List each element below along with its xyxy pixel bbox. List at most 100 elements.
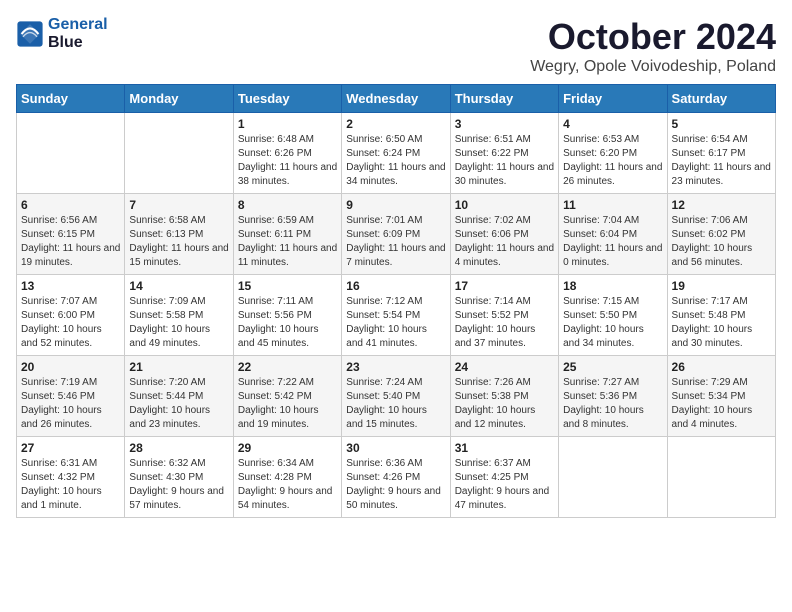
week-row-1: 1Sunrise: 6:48 AMSunset: 6:26 PMDaylight… xyxy=(17,113,776,194)
weekday-header-saturday: Saturday xyxy=(667,85,775,113)
table-cell: 17 Sunrise: 7:14 AMSunset: 5:52 PMDayligh… xyxy=(450,275,558,356)
calendar-table: SundayMondayTuesdayWednesdayThursdayFrid… xyxy=(16,84,776,518)
weekday-header-monday: Monday xyxy=(125,85,233,113)
weekday-header-row: SundayMondayTuesdayWednesdayThursdayFrid… xyxy=(17,85,776,113)
day-content: Sunrise: 6:53 AMSunset: 6:20 PMDaylight:… xyxy=(563,133,662,189)
week-row-3: 13 Sunrise: 7:07 AMSunset: 6:00 PMDayligh… xyxy=(17,275,776,356)
day-number: 21 xyxy=(129,360,228,374)
weekday-header-wednesday: Wednesday xyxy=(342,85,450,113)
day-number: 19 xyxy=(672,279,771,293)
day-number: 26 xyxy=(672,360,771,374)
table-cell: 2Sunrise: 6:50 AMSunset: 6:24 PMDaylight… xyxy=(342,113,450,194)
table-cell: 7Sunrise: 6:58 AMSunset: 6:13 PMDaylight… xyxy=(125,194,233,275)
logo: General Blue xyxy=(16,16,108,51)
table-cell: 8 Sunrise: 6:59 AMSunset: 6:11 PMDaylight… xyxy=(233,194,341,275)
day-number: 14 xyxy=(129,279,228,293)
table-cell: 24 Sunrise: 7:26 AMSunset: 5:38 PMDayligh… xyxy=(450,356,558,437)
day-content: Sunrise: 7:07 AMSunset: 6:00 PMDaylight:… xyxy=(21,295,120,351)
day-content: Sunrise: 7:06 AMSunset: 6:02 PMDaylight:… xyxy=(672,214,771,270)
table-cell: 10 Sunrise: 7:02 AMSunset: 6:06 PMDayligh… xyxy=(450,194,558,275)
table-cell: 13 Sunrise: 7:07 AMSunset: 6:00 PMDayligh… xyxy=(17,275,125,356)
table-cell xyxy=(667,437,775,518)
table-cell xyxy=(125,113,233,194)
day-content: Sunrise: 6:56 AMSunset: 6:15 PMDaylight:… xyxy=(21,214,120,270)
day-content: Sunrise: 6:59 AMSunset: 6:11 PMDaylight:… xyxy=(238,214,337,270)
logo-text: General Blue xyxy=(48,16,108,51)
day-number: 30 xyxy=(346,441,445,455)
weekday-header-friday: Friday xyxy=(559,85,667,113)
day-content: Sunrise: 6:48 AMSunset: 6:26 PMDaylight:… xyxy=(238,133,337,189)
table-cell: 14 Sunrise: 7:09 AMSunset: 5:58 PMDayligh… xyxy=(125,275,233,356)
day-content: Sunrise: 7:19 AMSunset: 5:46 PMDaylight:… xyxy=(21,376,120,432)
day-content: Sunrise: 7:22 AMSunset: 5:42 PMDaylight:… xyxy=(238,376,337,432)
day-content: Sunrise: 7:27 AMSunset: 5:36 PMDaylight:… xyxy=(563,376,662,432)
table-cell: 16 Sunrise: 7:12 AMSunset: 5:54 PMDayligh… xyxy=(342,275,450,356)
day-content: Sunrise: 6:51 AMSunset: 6:22 PMDaylight:… xyxy=(455,133,554,189)
day-number: 13 xyxy=(21,279,120,293)
day-number: 6 xyxy=(21,198,120,212)
day-content: Sunrise: 7:01 AMSunset: 6:09 PMDaylight:… xyxy=(346,214,445,270)
table-cell: 18 Sunrise: 7:15 AMSunset: 5:50 PMDayligh… xyxy=(559,275,667,356)
table-cell: 15Sunrise: 7:11 AMSunset: 5:56 PMDayligh… xyxy=(233,275,341,356)
day-content: Sunrise: 7:14 AMSunset: 5:52 PMDaylight:… xyxy=(455,295,554,351)
table-cell: 4 Sunrise: 6:53 AMSunset: 6:20 PMDaylight… xyxy=(559,113,667,194)
day-number: 11 xyxy=(563,198,662,212)
table-cell: 27 Sunrise: 6:31 AMSunset: 4:32 PMDayligh… xyxy=(17,437,125,518)
day-number: 20 xyxy=(21,360,120,374)
day-number: 8 xyxy=(238,198,337,212)
day-content: Sunrise: 7:09 AMSunset: 5:58 PMDaylight:… xyxy=(129,295,228,351)
month-title: October 2024 xyxy=(530,16,776,58)
day-number: 10 xyxy=(455,198,554,212)
title-area: October 2024 Wegry, Opole Voivodeship, P… xyxy=(530,16,776,76)
day-number: 17 xyxy=(455,279,554,293)
day-content: Sunrise: 6:31 AMSunset: 4:32 PMDaylight:… xyxy=(21,457,120,513)
logo-icon xyxy=(16,20,44,48)
day-content: Sunrise: 6:32 AMSunset: 4:30 PMDaylight:… xyxy=(129,457,228,513)
table-cell: 23Sunrise: 7:24 AMSunset: 5:40 PMDayligh… xyxy=(342,356,450,437)
day-content: Sunrise: 7:20 AMSunset: 5:44 PMDaylight:… xyxy=(129,376,228,432)
day-content: Sunrise: 7:17 AMSunset: 5:48 PMDaylight:… xyxy=(672,295,771,351)
day-number: 16 xyxy=(346,279,445,293)
day-content: Sunrise: 6:37 AMSunset: 4:25 PMDaylight:… xyxy=(455,457,554,513)
day-number: 29 xyxy=(238,441,337,455)
day-content: Sunrise: 6:36 AMSunset: 4:26 PMDaylight:… xyxy=(346,457,445,513)
table-cell: 25Sunrise: 7:27 AMSunset: 5:36 PMDayligh… xyxy=(559,356,667,437)
day-number: 22 xyxy=(238,360,337,374)
day-content: Sunrise: 7:02 AMSunset: 6:06 PMDaylight:… xyxy=(455,214,554,270)
week-row-2: 6 Sunrise: 6:56 AMSunset: 6:15 PMDaylight… xyxy=(17,194,776,275)
week-row-5: 27 Sunrise: 6:31 AMSunset: 4:32 PMDayligh… xyxy=(17,437,776,518)
table-cell: 26 Sunrise: 7:29 AMSunset: 5:34 PMDayligh… xyxy=(667,356,775,437)
day-content: Sunrise: 7:29 AMSunset: 5:34 PMDaylight:… xyxy=(672,376,771,432)
day-number: 2 xyxy=(346,117,445,131)
day-content: Sunrise: 6:34 AMSunset: 4:28 PMDaylight:… xyxy=(238,457,337,513)
table-cell: 20 Sunrise: 7:19 AMSunset: 5:46 PMDayligh… xyxy=(17,356,125,437)
day-number: 7 xyxy=(129,198,228,212)
table-cell: 31 Sunrise: 6:37 AMSunset: 4:25 PMDayligh… xyxy=(450,437,558,518)
day-number: 27 xyxy=(21,441,120,455)
day-number: 31 xyxy=(455,441,554,455)
table-cell: 30 Sunrise: 6:36 AMSunset: 4:26 PMDayligh… xyxy=(342,437,450,518)
table-cell: 1Sunrise: 6:48 AMSunset: 6:26 PMDaylight… xyxy=(233,113,341,194)
day-number: 28 xyxy=(129,441,228,455)
table-cell xyxy=(559,437,667,518)
table-cell: 21 Sunrise: 7:20 AMSunset: 5:44 PMDayligh… xyxy=(125,356,233,437)
table-cell: 29 Sunrise: 6:34 AMSunset: 4:28 PMDayligh… xyxy=(233,437,341,518)
weekday-header-tuesday: Tuesday xyxy=(233,85,341,113)
table-cell: 12Sunrise: 7:06 AMSunset: 6:02 PMDayligh… xyxy=(667,194,775,275)
location-subtitle: Wegry, Opole Voivodeship, Poland xyxy=(530,58,776,76)
day-content: Sunrise: 7:04 AMSunset: 6:04 PMDaylight:… xyxy=(563,214,662,270)
weekday-header-sunday: Sunday xyxy=(17,85,125,113)
day-content: Sunrise: 7:26 AMSunset: 5:38 PMDaylight:… xyxy=(455,376,554,432)
table-cell: 19 Sunrise: 7:17 AMSunset: 5:48 PMDayligh… xyxy=(667,275,775,356)
day-content: Sunrise: 7:12 AMSunset: 5:54 PMDaylight:… xyxy=(346,295,445,351)
table-cell: 11 Sunrise: 7:04 AMSunset: 6:04 PMDayligh… xyxy=(559,194,667,275)
table-cell: 3Sunrise: 6:51 AMSunset: 6:22 PMDaylight… xyxy=(450,113,558,194)
header: General Blue October 2024 Wegry, Opole V… xyxy=(16,16,776,76)
week-row-4: 20 Sunrise: 7:19 AMSunset: 5:46 PMDayligh… xyxy=(17,356,776,437)
day-content: Sunrise: 7:24 AMSunset: 5:40 PMDaylight:… xyxy=(346,376,445,432)
table-cell: 6 Sunrise: 6:56 AMSunset: 6:15 PMDaylight… xyxy=(17,194,125,275)
day-number: 4 xyxy=(563,117,662,131)
day-number: 18 xyxy=(563,279,662,293)
day-content: Sunrise: 7:15 AMSunset: 5:50 PMDaylight:… xyxy=(563,295,662,351)
day-number: 24 xyxy=(455,360,554,374)
